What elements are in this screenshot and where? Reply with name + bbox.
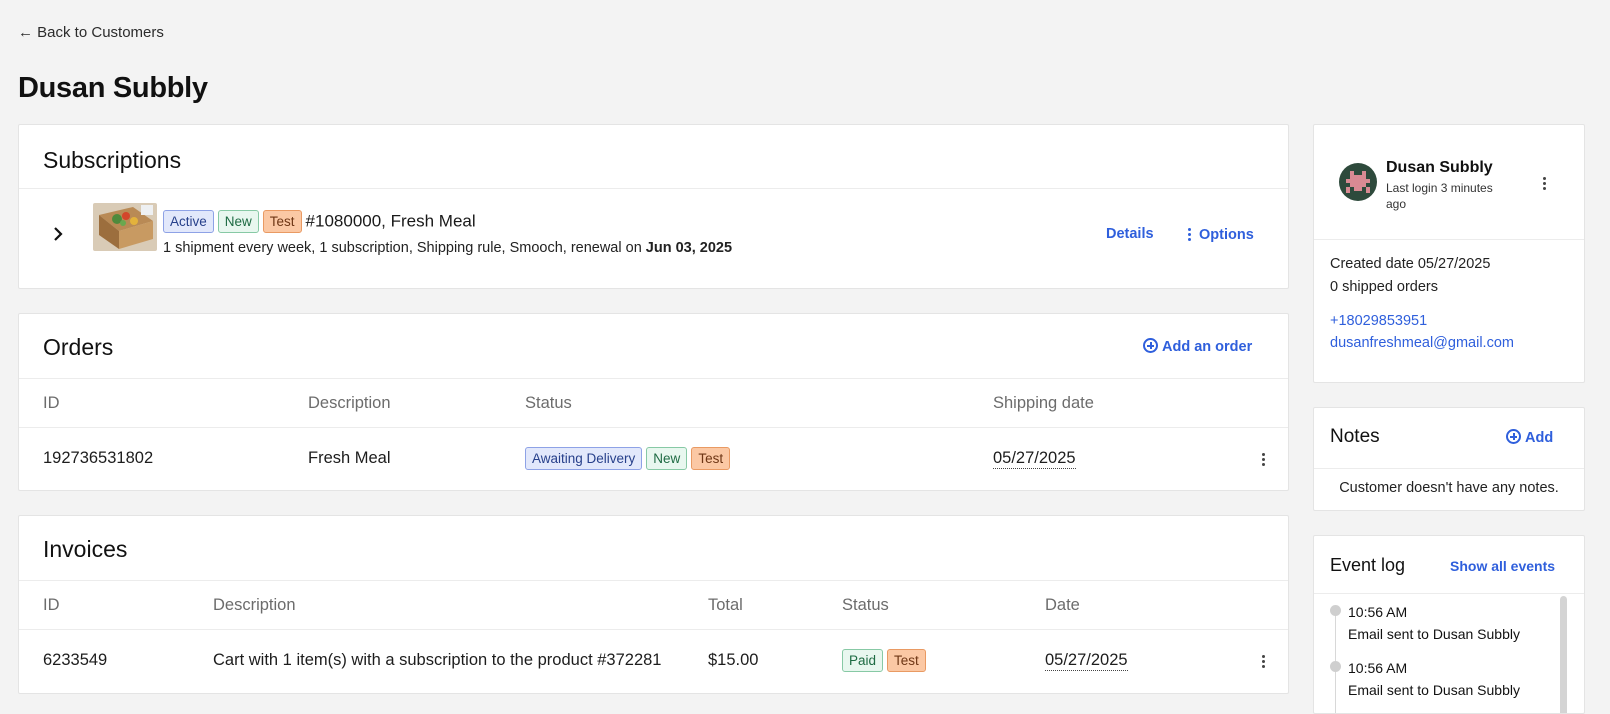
orders-col-id: ID — [43, 394, 60, 412]
order-id: 192736531802 — [43, 449, 154, 467]
shipping-date-value: 05/27/2025 — [993, 449, 1076, 469]
row-menu-kebab-icon[interactable] — [1255, 653, 1271, 669]
subscriptions-card: Subscriptions Active New Test #1080000, Fre… — [18, 124, 1289, 289]
add-note-button[interactable]: Add — [1506, 429, 1553, 447]
event-log-card: Event log Show all events 10:56 AM Email… — [1313, 535, 1585, 714]
row-menu-kebab-icon[interactable] — [1255, 451, 1271, 467]
divider — [19, 188, 1288, 189]
options-label: Options — [1199, 227, 1254, 243]
status-badge-awaiting-delivery: Awaiting Delivery — [525, 447, 643, 470]
timeline-dot-icon — [1330, 661, 1341, 672]
event-time: 10:56 AM — [1348, 604, 1408, 620]
notes-card: Notes Add Customer doesn't have any note… — [1313, 407, 1585, 511]
event-log-scrollbar[interactable] — [1560, 596, 1567, 713]
invoices-col-description: Description — [213, 596, 296, 614]
event-text: Email sent to Dusan Subbly — [1348, 626, 1520, 642]
invoices-title: Invoices — [43, 536, 128, 562]
event-timeline: 10:56 AM Email sent to Dusan Subbly 10:5… — [1314, 594, 1584, 713]
add-order-label: Add an order — [1162, 339, 1253, 355]
subscription-header-line: Active New Test #1080000, Fresh Meal — [163, 210, 476, 233]
invoices-card: Invoices ID Description Total Status Dat… — [18, 515, 1289, 694]
divider — [19, 378, 1288, 379]
status-badge-paid: Paid — [842, 649, 884, 672]
options-button[interactable]: Options — [1187, 226, 1254, 244]
orders-card: Orders Add an order ID Description Statu… — [18, 313, 1289, 491]
divider — [19, 629, 1288, 630]
status-badge-new: New — [646, 447, 688, 470]
back-to-customers-link[interactable]: ← Back to Customers — [18, 24, 164, 41]
customer-phone-link[interactable]: +18029853951 — [1330, 313, 1427, 329]
event-time: 10:56 AM — [1348, 660, 1408, 676]
expand-chevron-icon[interactable] — [49, 225, 67, 243]
meal-box-thumbnail — [93, 203, 157, 251]
invoice-status: Paid Test — [842, 649, 930, 672]
notes-title: Notes — [1330, 426, 1380, 447]
customer-name: Dusan Subbly — [1386, 159, 1493, 176]
avatar — [1339, 163, 1377, 201]
orders-col-status: Status — [525, 394, 572, 412]
order-description: Fresh Meal — [308, 449, 391, 467]
profile-menu-kebab-icon[interactable] — [1536, 175, 1552, 191]
details-link[interactable]: Details — [1106, 226, 1154, 242]
subscriptions-title: Subscriptions — [43, 147, 182, 173]
invoice-date-value: 05/27/2025 — [1045, 651, 1128, 671]
shipped-orders-count: 0 shipped orders — [1330, 279, 1439, 295]
divider — [1314, 239, 1584, 240]
order-status: Awaiting Delivery New Test — [525, 447, 734, 470]
created-date: Created date 05/27/2025 — [1330, 256, 1491, 272]
divider — [19, 580, 1288, 581]
add-note-label: Add — [1525, 430, 1554, 446]
last-login: Last login 3 minutes ago — [1386, 181, 1493, 211]
customer-email-link[interactable]: dusanfreshmeal@gmail.com — [1330, 335, 1514, 351]
options-kebab-icon — [1187, 227, 1193, 241]
invoice-total: $15.00 — [708, 651, 759, 669]
invoices-col-total: Total — [708, 596, 743, 614]
plus-circle-icon — [1506, 429, 1521, 444]
order-shipping-date: 05/27/2025 — [993, 449, 1076, 469]
plus-circle-icon — [1143, 338, 1158, 353]
divider — [19, 427, 1288, 428]
orders-col-description: Description — [308, 394, 391, 412]
event-text: Email sent to Dusan Subbly — [1348, 682, 1520, 698]
divider — [1314, 468, 1584, 469]
subscription-name: #1080000, Fresh Meal — [305, 211, 476, 231]
add-order-button[interactable]: Add an order — [1143, 338, 1252, 356]
status-badge-active: Active — [163, 210, 214, 233]
page-title: Dusan Subbly — [18, 72, 208, 104]
status-badge-test: Test — [262, 210, 302, 233]
invoice-id: 6233549 — [43, 651, 108, 669]
subscription-renewal-date: Jun 03, 2025 — [645, 240, 733, 256]
status-badge-test: Test — [887, 649, 926, 672]
timeline-dot-icon — [1330, 605, 1341, 616]
event-log-title: Event log — [1330, 555, 1406, 575]
invoices-col-id: ID — [43, 596, 60, 614]
orders-col-shipping-date: Shipping date — [993, 394, 1094, 412]
invoices-col-status: Status — [842, 596, 889, 614]
show-all-events-link[interactable]: Show all events — [1450, 558, 1555, 574]
customer-profile-card: Dusan Subbly Last login 3 minutes ago Cr… — [1313, 124, 1585, 383]
invoices-col-date: Date — [1045, 596, 1080, 614]
invoice-description: Cart with 1 item(s) with a subscription … — [213, 651, 662, 669]
status-badge-test: Test — [691, 447, 731, 470]
invoice-date: 05/27/2025 — [1045, 651, 1128, 671]
orders-title: Orders — [43, 334, 114, 360]
subscription-summary: 1 shipment every week, 1 subscription, S… — [163, 240, 732, 256]
notes-empty-text: Customer doesn't have any notes. — [1339, 480, 1559, 496]
status-badge-new: New — [217, 210, 259, 233]
subscription-summary-text: 1 shipment every week, 1 subscription, S… — [163, 240, 642, 256]
